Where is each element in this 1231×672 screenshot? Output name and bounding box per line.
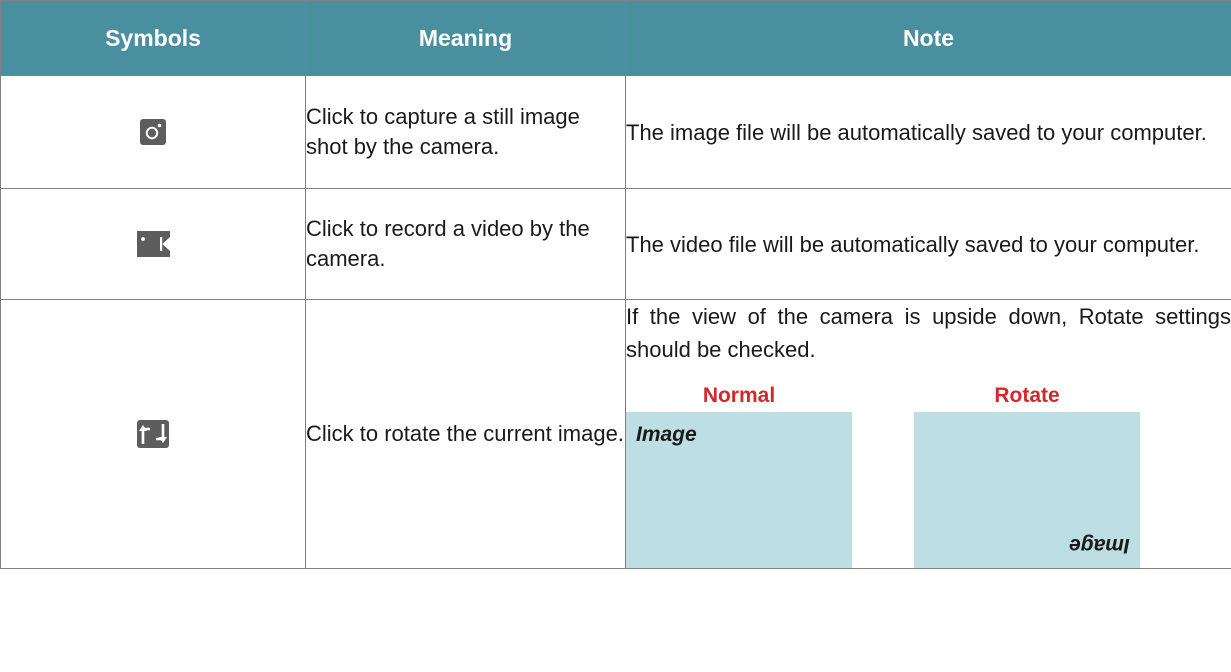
- header-note: Note: [625, 0, 1231, 76]
- rotate-icon[interactable]: [137, 420, 169, 448]
- table-row: Click to rotate the current image. If th…: [0, 299, 1231, 569]
- demo-normal-image: Image: [626, 412, 852, 568]
- demo-rotate-label: Rotate: [994, 384, 1060, 407]
- note-cell: The video file will be automatically sav…: [625, 188, 1231, 300]
- note-cell: The image file will be automatically sav…: [625, 75, 1231, 189]
- table-row: Click to capture a still image shot by t…: [0, 75, 1231, 189]
- symbol-cell: [0, 188, 306, 300]
- note-text: The video file will be automatically sav…: [626, 231, 1200, 257]
- table-row: Click to record a video by the camera. T…: [0, 188, 1231, 300]
- video-record-icon[interactable]: [136, 231, 170, 257]
- header-symbols: Symbols: [0, 0, 306, 76]
- header-row: Symbols Meaning Note: [0, 0, 1231, 76]
- meaning-cell: Click to capture a still image shot by t…: [305, 75, 626, 189]
- header-meaning: Meaning: [305, 0, 626, 76]
- symbol-cell: [0, 299, 306, 569]
- demo-normal: Normal Image: [626, 384, 852, 568]
- rotate-demo: Normal Image Rotate Image: [626, 384, 1231, 568]
- demo-normal-label: Normal: [702, 384, 776, 407]
- note-text: If the view of the camera is upside down…: [626, 304, 1231, 362]
- demo-rotate: Rotate Image: [914, 384, 1140, 568]
- demo-rotate-image: Image: [914, 412, 1140, 568]
- meaning-cell: Click to rotate the current image.: [305, 299, 626, 569]
- meaning-cell: Click to record a video by the camera.: [305, 188, 626, 300]
- note-cell: If the view of the camera is upside down…: [625, 299, 1231, 569]
- symbols-table: Symbols Meaning Note Click to capture a …: [0, 0, 1231, 569]
- camera-capture-icon[interactable]: [140, 119, 166, 145]
- demo-word-upright: Image: [636, 423, 697, 446]
- demo-word-flipped: Image: [1069, 534, 1130, 557]
- note-text: The image file will be automatically sav…: [626, 119, 1207, 145]
- symbol-cell: [0, 75, 306, 189]
